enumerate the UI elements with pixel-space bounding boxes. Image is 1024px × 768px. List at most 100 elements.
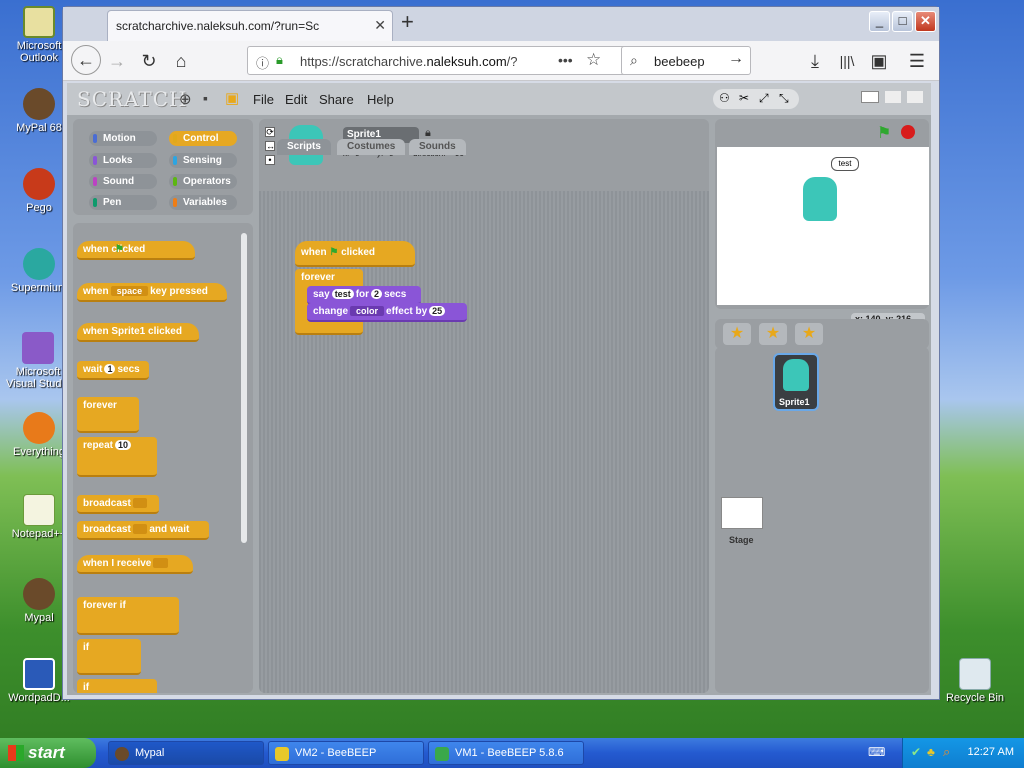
random-sprite-icon[interactable]: ★ [795,323,823,345]
navigation-bar: ← → ↻ ⌂ ⓘ 🔒︎ https://scratcharchive.nale… [63,41,939,81]
minimize-icon[interactable]: _ [869,11,890,32]
save-icon[interactable]: ▪ [203,90,208,106]
block-if[interactable]: if [77,639,141,675]
info-icon[interactable]: ⓘ [256,53,269,72]
keyboard-icon[interactable]: ⌨ [868,745,885,759]
bookmark-star-icon[interactable]: ☆ [586,50,601,70]
block-broadcast[interactable]: broadcast [77,495,159,514]
visual-studio-icon [22,332,54,364]
taskbar-item-vm2[interactable]: VM2 - BeeBEEP [268,741,424,765]
scripts-area[interactable]: when ⚑ clicked forever say test for 2 secs c… [259,191,709,693]
rotate-style-icon[interactable]: ⟳ [265,127,275,137]
search-box[interactable]: ⌕ beebeep → [621,46,751,75]
new-tab-icon[interactable]: + [401,9,414,35]
duplicate-tool-icon[interactable]: ⚇ [719,91,730,105]
block-if-else[interactable]: if [77,679,157,693]
category-motion[interactable]: Motion [89,131,157,146]
sprite-info-panel: ⟳ ↔ • Sprite1 🔒︎ x: 0 y: 0 direction: 90 [259,119,709,191]
block-when-key-pressed[interactable]: when space key pressed [77,283,227,302]
tray-app-icon[interactable]: ♣ [927,745,935,759]
new-sprite-toolbar: ★ ★ ★ [715,319,929,349]
block-broadcast-and-wait[interactable]: broadcast and wait [77,521,209,540]
block-wait-secs[interactable]: wait 1 secs [77,361,149,380]
block-when-i-receive[interactable]: when I receive [77,555,193,574]
desktop-icon-recycle-bin[interactable]: Recycle Bin [940,658,1010,704]
url-text: https://scratcharchive.naleksuh.com/? [300,54,518,69]
choose-sprite-from-file-icon[interactable]: ★ [759,323,787,345]
menu-icon[interactable]: ☰ [903,48,931,74]
library-icon[interactable]: |||\ [833,48,861,74]
stage-tile[interactable] [721,497,763,529]
normal-stage-icon[interactable] [885,91,901,103]
palette-scrollbar[interactable] [241,233,247,543]
forward-arrow-icon[interactable]: → [103,48,131,74]
start-button[interactable]: start [0,738,96,768]
category-sound[interactable]: Sound [89,174,157,189]
tab-sounds[interactable]: Sounds [409,139,466,155]
category-pen[interactable]: Pen [89,195,157,210]
back-arrow-icon[interactable]: ← [71,45,101,75]
stop-icon[interactable] [901,125,915,139]
green-flag-icon: ⚑ [329,247,339,258]
language-icon[interactable]: ⊕ [179,90,192,108]
browser-window: scratcharchive.naleksuh.com/?run=Sc ✕ + … [62,6,940,700]
tray-search-icon[interactable]: ⌕ [943,744,950,760]
url-bar[interactable]: ⓘ 🔒︎ https://scratcharchive.naleksuh.com… [247,46,675,75]
script-change-effect[interactable]: change color effect by 25 [307,303,467,322]
sprite-tile-label: Sprite1 [779,397,810,407]
sidebar-icon[interactable]: ▣ [865,48,893,74]
taskbar-item-vm1[interactable]: VM1 - BeeBEEP 5.8.6 [428,741,584,765]
search-go-icon[interactable]: → [728,50,744,68]
sprite-list: Sprite1 Stage [715,347,929,693]
grow-tool-icon[interactable]: ⤢ [759,91,769,106]
taskbar-item-mypal[interactable]: Mypal [108,741,264,765]
small-stage-icon[interactable] [861,91,879,103]
notepadpp-icon [23,494,55,526]
search-input[interactable]: beebeep [654,54,705,69]
block-when-flag-clicked[interactable]: when clicked ⚑ [77,241,195,260]
tab-scripts[interactable]: Scripts [277,139,331,155]
sprite-tools-bar: ⚇ ✂ ⤢ ⤡ [713,89,799,109]
menu-edit[interactable]: Edit [285,92,307,107]
green-flag-run-icon[interactable]: ⚑ [877,123,891,143]
reload-icon[interactable]: ↻ [135,48,163,74]
stage[interactable]: test [717,147,929,305]
tray-network-icon[interactable]: ✔ [911,745,921,759]
maximize-icon[interactable]: □ [892,11,913,32]
page-actions-icon[interactable]: ••• [558,52,573,68]
green-flag-icon: ⚑ [115,244,124,255]
block-forever[interactable]: forever [77,397,139,433]
block-when-sprite-clicked[interactable]: when Sprite1 clicked [77,323,199,342]
home-icon[interactable]: ⌂ [167,48,195,74]
tab-costumes[interactable]: Costumes [337,139,406,155]
downloads-icon[interactable]: ⤓ [801,48,829,74]
paint-new-sprite-icon[interactable]: ★ [723,323,751,345]
scratch-app: SCRATCH ⊕ ▪ ▣ File Edit Share Help ⚇ ✂ ⤢… [67,83,931,695]
menu-file[interactable]: File [253,92,274,107]
category-operators[interactable]: Operators [169,174,237,189]
cat-sprite[interactable] [803,177,837,221]
flip-style-icon[interactable]: ↔ [265,141,275,151]
presentation-mode-icon[interactable] [907,91,923,103]
share-icon[interactable]: ▣ [225,89,239,107]
shrink-tool-icon[interactable]: ⤡ [779,91,789,106]
stage-tile-label: Stage [729,535,754,545]
block-forever-if[interactable]: forever if [77,597,179,635]
close-tab-icon[interactable]: ✕ [374,17,386,34]
no-rotate-icon[interactable]: • [265,155,275,165]
category-sensing[interactable]: Sensing [169,153,237,168]
delete-tool-icon[interactable]: ✂ [739,91,749,105]
browser-tab[interactable]: scratcharchive.naleksuh.com/?run=Sc ✕ [107,10,393,41]
category-looks[interactable]: Looks [89,153,157,168]
block-repeat[interactable]: repeat 10 [77,437,157,477]
window-close-icon[interactable]: ✕ [915,11,936,32]
mypal-icon [115,747,129,761]
sprite-tile[interactable]: Sprite1 [773,353,819,411]
supermium-icon [23,248,55,280]
menu-help[interactable]: Help [367,92,394,107]
category-control[interactable]: Control [169,131,237,146]
script-when-flag-clicked[interactable]: when ⚑ clicked [295,241,415,267]
category-variables[interactable]: Variables [169,195,237,210]
sprite-tile-cat [783,359,809,391]
menu-share[interactable]: Share [319,92,354,107]
